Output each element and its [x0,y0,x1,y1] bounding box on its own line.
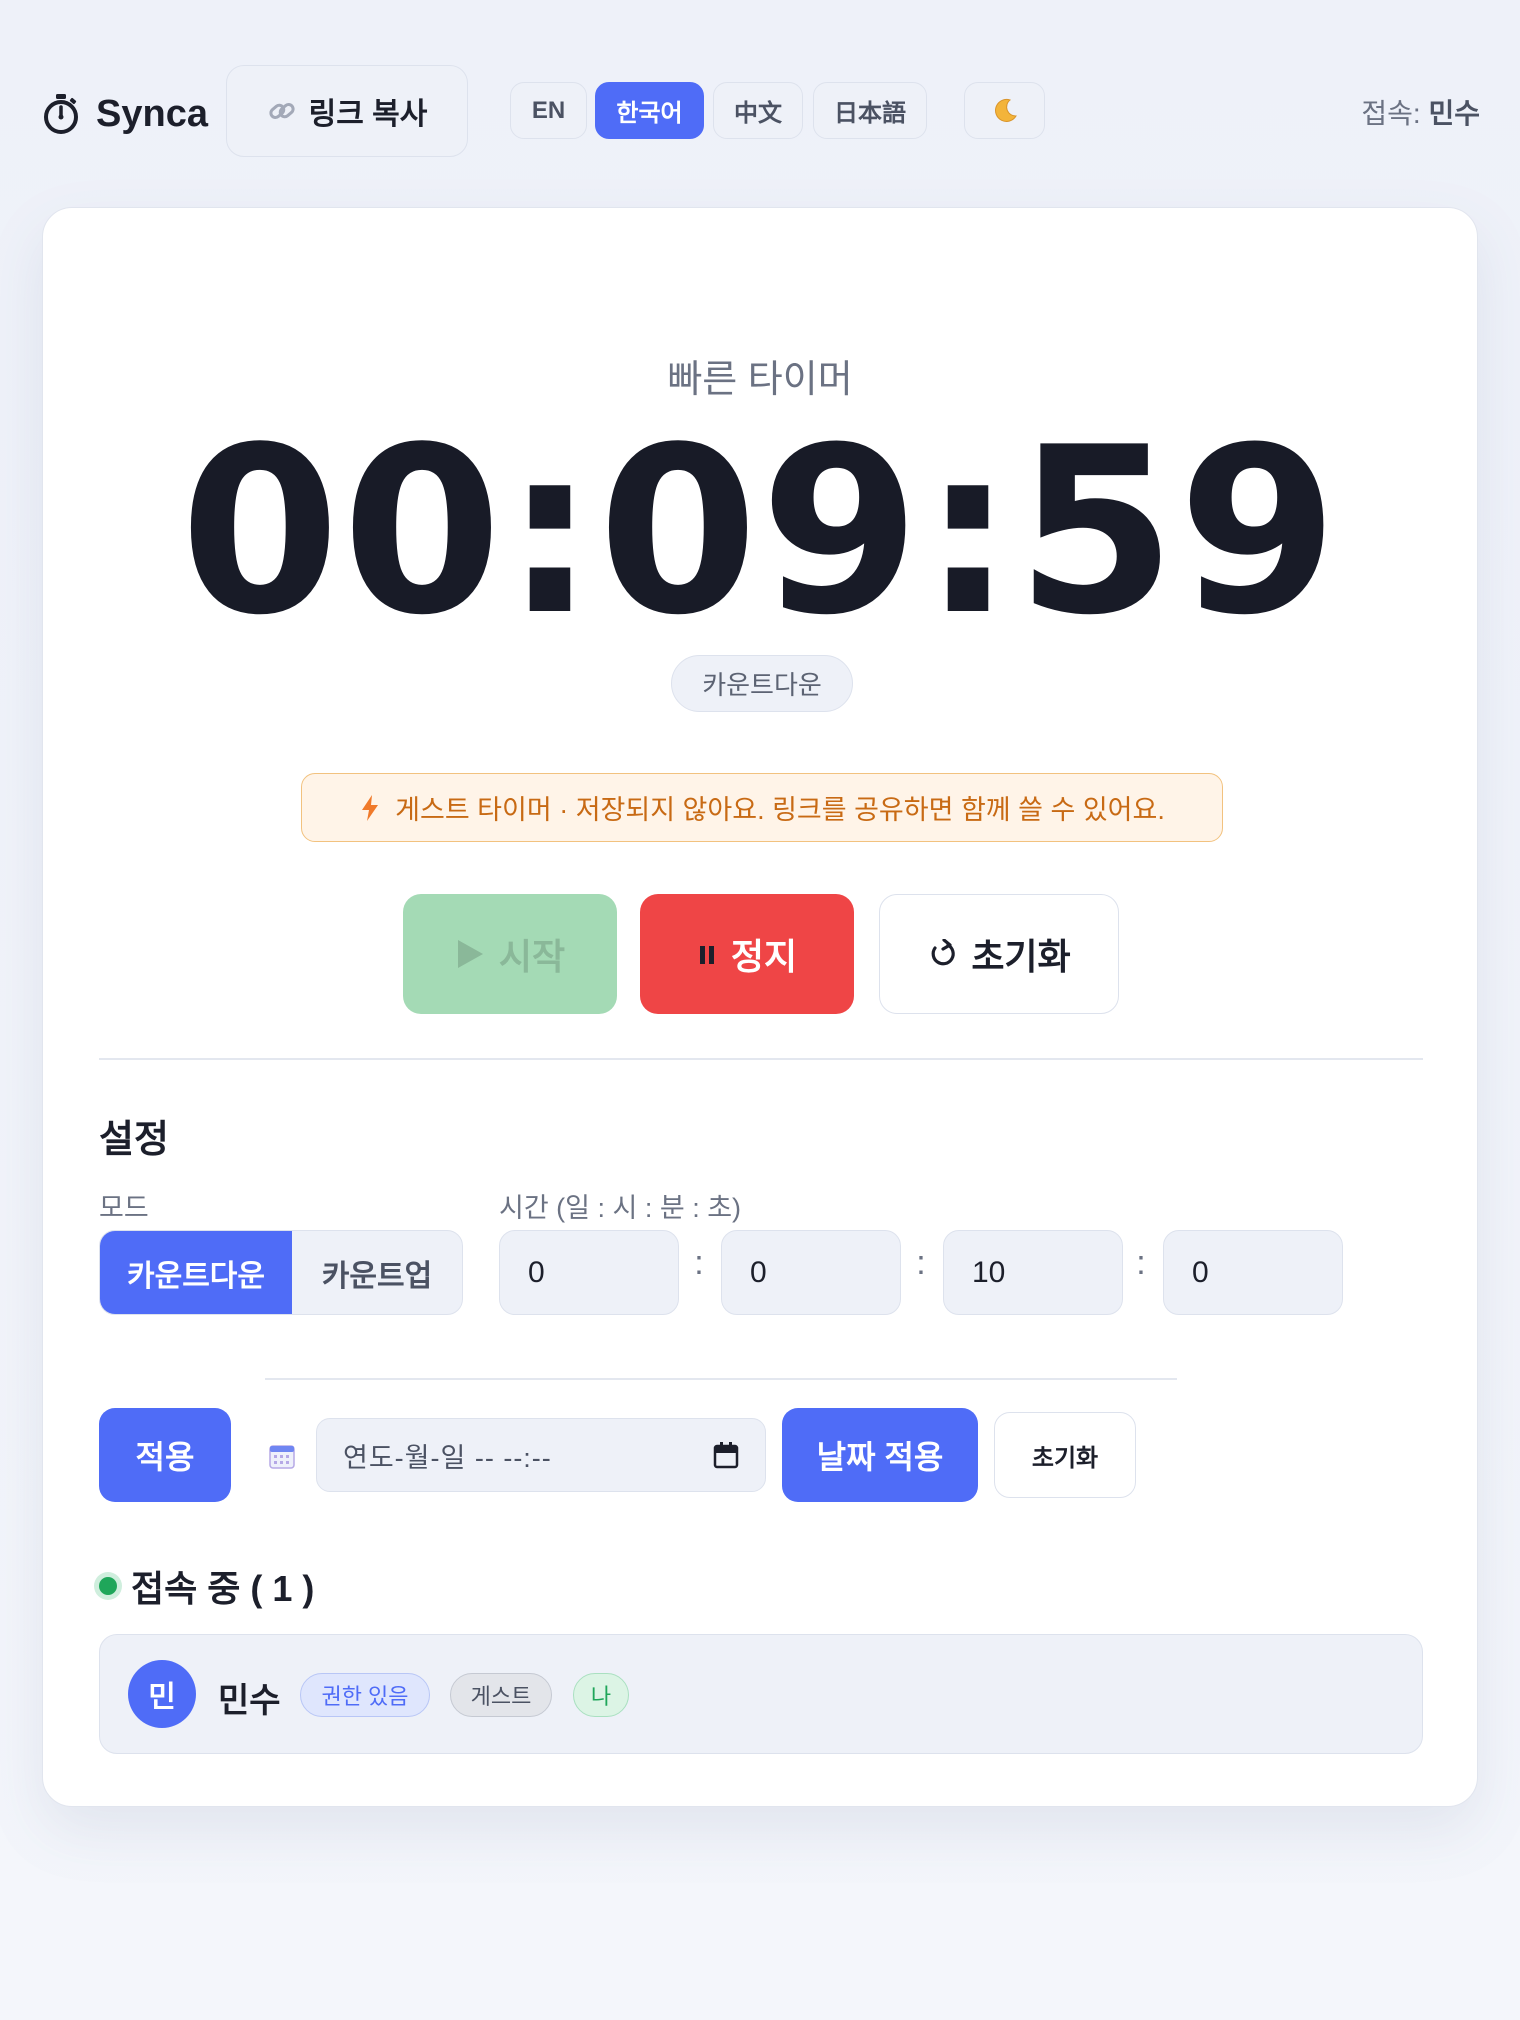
date-apply-button[interactable]: 날짜 적용 [782,1408,978,1502]
time-separator: : [694,1244,704,1282]
guest-notice-text: 게스트 타이머 · 저장되지 않아요. 링크를 공유하면 함께 쓸 수 있어요. [395,795,1165,825]
play-icon [457,940,483,968]
online-users-title: 접속 중 ( 1 ) [131,1568,315,1609]
section-divider [99,1058,1423,1060]
avatar: 민 [128,1660,196,1728]
guest-notice: 게스트 타이머 · 저장되지 않아요. 링크를 공유하면 함께 쓸 수 있어요. [301,773,1223,842]
online-dot-icon [99,1577,117,1595]
apply-button[interactable]: 적용 [99,1408,231,1502]
timer-card: 빠른 타이머 00:09:59 카운트다운 게스트 타이머 · 저장되지 않아요… [42,207,1478,1807]
datetime-placeholder: 연도-월-일 -- --:-- [343,1442,552,1473]
pause-icon [699,946,714,964]
mode-label: 모드 [99,1193,149,1223]
guest-badge: 게스트 [450,1673,552,1717]
lang-en-button[interactable]: EN [510,82,587,139]
reset-icon [931,939,956,966]
connected-label: 접속: [1361,98,1421,129]
datetime-input[interactable]: 연도-월-일 -- --:-- [316,1418,766,1492]
lang-ja-button[interactable]: 日本語 [813,82,927,139]
logo[interactable]: Synca [40,86,208,142]
time-separator: : [1136,1244,1146,1282]
permission-badge: 권한 있음 [300,1673,430,1717]
me-badge: 나 [573,1673,629,1717]
connected-user: 민수 [1428,98,1480,129]
calendar-icon [269,1445,295,1469]
top-bar: Synca 링크 복사 EN 한국어 中文 日本語 접속: 민수 [0,0,1520,200]
copy-link-button[interactable]: 링크 복사 [226,65,468,157]
start-button[interactable]: 시작 [403,894,617,1014]
timer-title: 빠른 타이머 [667,359,853,401]
stop-label: 정지 [730,936,798,977]
connected-status: 접속: 민수 [1361,92,1480,132]
time-separator: : [916,1244,926,1282]
moon-icon [994,98,1017,122]
lang-zh-button[interactable]: 中文 [713,82,803,139]
mode-badge: 카운트다운 [671,655,853,712]
mode-countup-button[interactable]: 카운트업 [292,1231,462,1314]
settings-title: 설정 [99,1119,169,1161]
time-label: 시간 (일 : 시 : 분 : 초) [499,1193,742,1223]
reset-button[interactable]: 초기화 [879,894,1119,1014]
link-icon [269,103,295,119]
start-label: 시작 [498,936,566,977]
stop-button[interactable]: 정지 [640,894,854,1014]
timer-display: 00:09:59 [179,399,1341,666]
date-picker-icon[interactable] [713,1441,739,1469]
reset-label: 초기화 [971,936,1071,977]
logo-text: Synca [96,92,208,135]
user-list-item: 민 민수 권한 있음 게스트 나 [99,1634,1423,1754]
theme-toggle-button[interactable] [964,82,1045,139]
online-users-heading: 접속 중 ( 1 ) [99,1560,314,1612]
user-name: 민수 [218,1682,281,1720]
days-input[interactable]: 0 [499,1230,679,1315]
copy-link-label: 링크 복사 [308,98,428,131]
mode-countdown-button[interactable]: 카운트다운 [100,1231,292,1314]
stopwatch-icon [44,94,78,134]
minutes-input[interactable]: 10 [943,1230,1123,1315]
seconds-input[interactable]: 0 [1163,1230,1343,1315]
lang-ko-button[interactable]: 한국어 [595,82,704,139]
date-reset-button[interactable]: 초기화 [994,1412,1136,1498]
hours-input[interactable]: 0 [721,1230,901,1315]
settings-divider [265,1378,1177,1380]
lightning-icon [362,794,379,821]
mode-toggle: 카운트다운 카운트업 [99,1230,463,1315]
